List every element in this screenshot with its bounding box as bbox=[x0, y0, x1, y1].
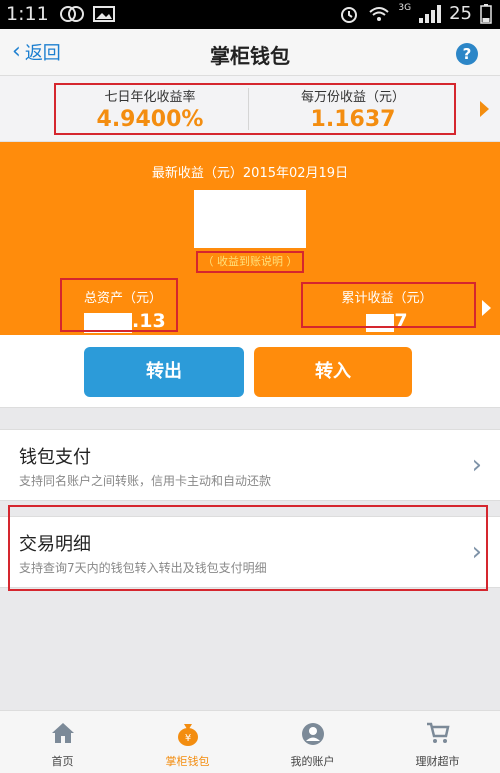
chevron-right-icon: › bbox=[471, 450, 482, 480]
app-header: ‹ 返回 掌柜钱包 ? bbox=[0, 29, 500, 76]
list-item-title: 钱包支付 bbox=[19, 447, 91, 468]
battery-icon bbox=[480, 3, 492, 24]
status-notification-icons bbox=[60, 4, 120, 28]
highlight-box bbox=[8, 505, 488, 591]
nav-label: 首页 bbox=[51, 755, 74, 768]
nav-label: 我的账户 bbox=[290, 755, 335, 768]
money-bag-icon: ¥ bbox=[177, 724, 198, 746]
account-icon bbox=[301, 723, 324, 745]
latest-earnings-value-masked bbox=[194, 190, 306, 248]
status-time: 1:11 bbox=[6, 3, 49, 25]
status-bar: 1:11 3G 25 bbox=[0, 0, 500, 29]
nav-item-market[interactable]: 理财超市 bbox=[375, 711, 500, 773]
list-item-subtitle: 支持同名账户之间转账，信用卡主动和自动还款 bbox=[19, 474, 272, 488]
highlight-box bbox=[60, 278, 178, 332]
battery-level: 25 bbox=[449, 3, 472, 24]
earnings-explain-link[interactable]: （ 收益到账说明 ） bbox=[196, 251, 304, 273]
nav-item-wallet[interactable]: ¥ 掌柜钱包 bbox=[125, 711, 250, 773]
alarm-icon bbox=[341, 6, 358, 23]
yield-summary[interactable]: 七日年化收益率 4.9400% 每万份收益（元） 1.1637 bbox=[0, 76, 500, 142]
triangle-right-icon[interactable] bbox=[480, 101, 489, 117]
transfer-out-button[interactable]: 转出 bbox=[84, 347, 244, 397]
page-title: 掌柜钱包 bbox=[210, 44, 290, 68]
bottom-nav: 首页 ¥ 掌柜钱包 我的账户 理财超市 bbox=[0, 710, 500, 773]
question-icon[interactable]: ? bbox=[456, 43, 478, 65]
highlight-box bbox=[54, 83, 456, 135]
wifi-icon bbox=[369, 6, 390, 21]
list-item-wallet-payment[interactable]: 钱包支付 支持同名账户之间转账，信用卡主动和自动还款 › bbox=[0, 429, 500, 501]
signal-icon bbox=[419, 4, 442, 23]
svg-text:¥: ¥ bbox=[184, 733, 190, 744]
earnings-panel: 最新收益（元）2015年02月19日 （ 收益到账说明 ） 总资产（元） .13… bbox=[0, 142, 500, 335]
home-icon bbox=[51, 723, 74, 743]
transfer-in-button[interactable]: 转入 bbox=[254, 347, 412, 397]
triangle-right-icon[interactable] bbox=[482, 300, 491, 316]
action-buttons: 转出 转入 bbox=[0, 335, 500, 408]
nav-item-home[interactable]: 首页 bbox=[0, 711, 125, 773]
nav-item-account[interactable]: 我的账户 bbox=[250, 711, 375, 773]
highlight-box bbox=[301, 282, 476, 328]
notification-icon bbox=[60, 6, 115, 22]
network-type: 3G bbox=[398, 2, 412, 13]
nav-label: 理财超市 bbox=[415, 755, 460, 768]
nav-label: 掌柜钱包 bbox=[165, 755, 210, 768]
cart-icon bbox=[426, 722, 450, 743]
latest-earnings-label: 最新收益（元）2015年02月19日 bbox=[151, 166, 349, 181]
